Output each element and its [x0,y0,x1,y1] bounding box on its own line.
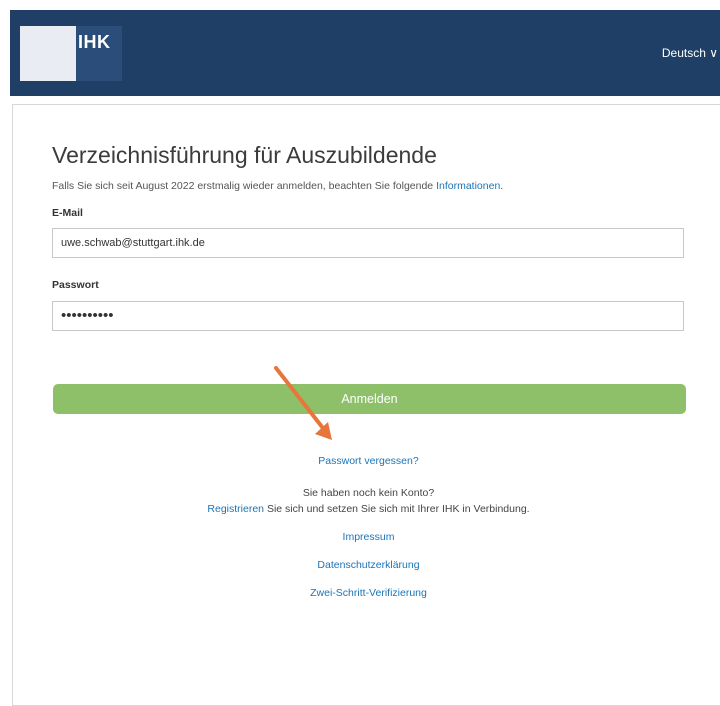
impressum-link[interactable]: Impressum [343,531,395,543]
login-button[interactable]: Anmelden [53,384,686,414]
register-tail-text: Sie sich und setzen Sie sich mit Ihrer I… [266,503,530,515]
arrow-annotation-icon [274,366,332,440]
password-field[interactable]: •••••••••• [52,301,684,331]
subtitle-period: . [500,180,504,192]
impressum-row: Impressum [52,531,685,543]
register-link[interactable]: Registrieren [207,503,264,515]
two-step-row: Zwei-Schritt-Verifizierung [52,587,685,599]
logo-text: IHK [78,32,111,52]
email-label: E-Mail [52,207,83,219]
top-header: IHK Deutsch ∨ [10,10,720,96]
register-row: Registrieren Sie sich und setzen Sie sic… [52,503,685,515]
ihk-logo[interactable]: IHK [20,26,122,81]
privacy-link[interactable]: Datenschutzerklärung [317,559,419,571]
privacy-row: Datenschutzerklärung [52,559,685,571]
page-subtitle: Falls Sie sich seit August 2022 erstmali… [52,180,503,192]
subtitle-text: Falls Sie sich seit August 2022 erstmali… [52,180,434,192]
password-label: Passwort [52,279,99,291]
language-selector[interactable]: Deutsch ∨ [662,46,718,60]
email-field[interactable]: uwe.schwab@stuttgart.ihk.de [52,228,684,258]
page-title: Verzeichnisführung für Auszubildende [52,142,437,168]
two-step-verification-link[interactable]: Zwei-Schritt-Verifizierung [310,587,427,599]
logo-block [20,26,76,81]
forgot-password-link[interactable]: Passwort vergessen? [318,455,418,467]
informationen-link[interactable]: Informationen [436,180,500,192]
forgot-password-row: Passwort vergessen? [52,455,685,467]
no-account-text: Sie haben noch kein Konto? [302,487,435,499]
